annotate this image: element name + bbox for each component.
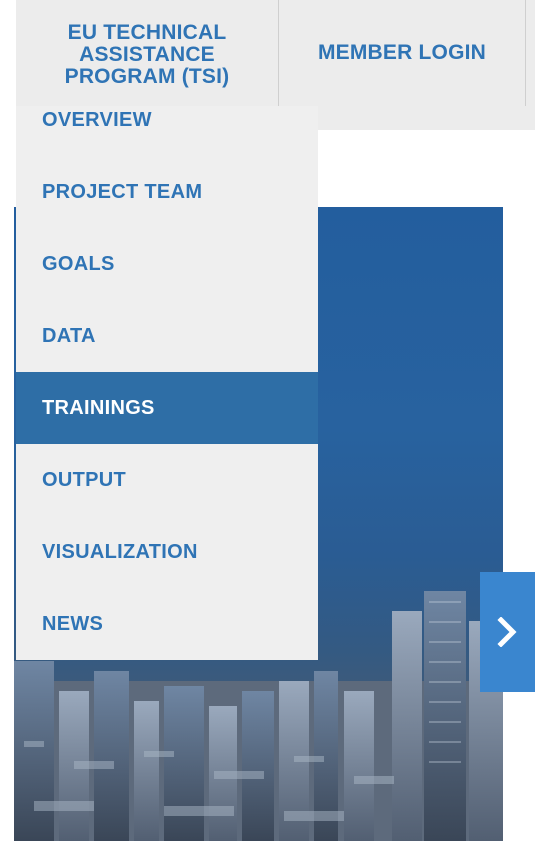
menu-item-overview[interactable]: OVERVIEW <box>16 84 318 156</box>
menu-item-project-team[interactable]: PROJECT TEAM <box>16 156 318 228</box>
nav-divider <box>525 0 526 106</box>
menu-item-news[interactable]: NEWS <box>16 588 318 660</box>
nav-item-member-login-label: MEMBER LOGIN <box>317 41 487 64</box>
menu-item-data[interactable]: DATA <box>16 300 318 372</box>
menu-item-label: NEWS <box>42 612 104 635</box>
menu-item-output[interactable]: OUTPUT <box>16 444 318 516</box>
menu-item-label: OUTPUT <box>42 468 127 491</box>
nav-item-tsi-line-1: EU TECHNICAL <box>67 21 227 44</box>
menu-item-visualization[interactable]: VISUALIZATION <box>16 516 318 588</box>
chevron-right-icon <box>496 617 517 647</box>
menu-item-label: DATA <box>42 324 96 347</box>
menu-item-label: VISUALIZATION <box>42 540 198 563</box>
nav-item-tsi-line-2: ASSISTANCE <box>79 43 215 66</box>
dropdown-menu: OVERVIEW PROJECT TEAM GOALS DATA TRAININ… <box>16 106 318 660</box>
slider-next-button[interactable] <box>480 572 535 692</box>
menu-item-trainings[interactable]: TRAININGS <box>16 372 318 444</box>
menu-item-label: OVERVIEW <box>42 108 152 131</box>
menu-item-goals[interactable]: GOALS <box>16 228 318 300</box>
menu-item-label: TRAININGS <box>42 396 155 419</box>
menu-item-label: GOALS <box>42 252 115 275</box>
menu-item-label: PROJECT TEAM <box>42 180 203 203</box>
